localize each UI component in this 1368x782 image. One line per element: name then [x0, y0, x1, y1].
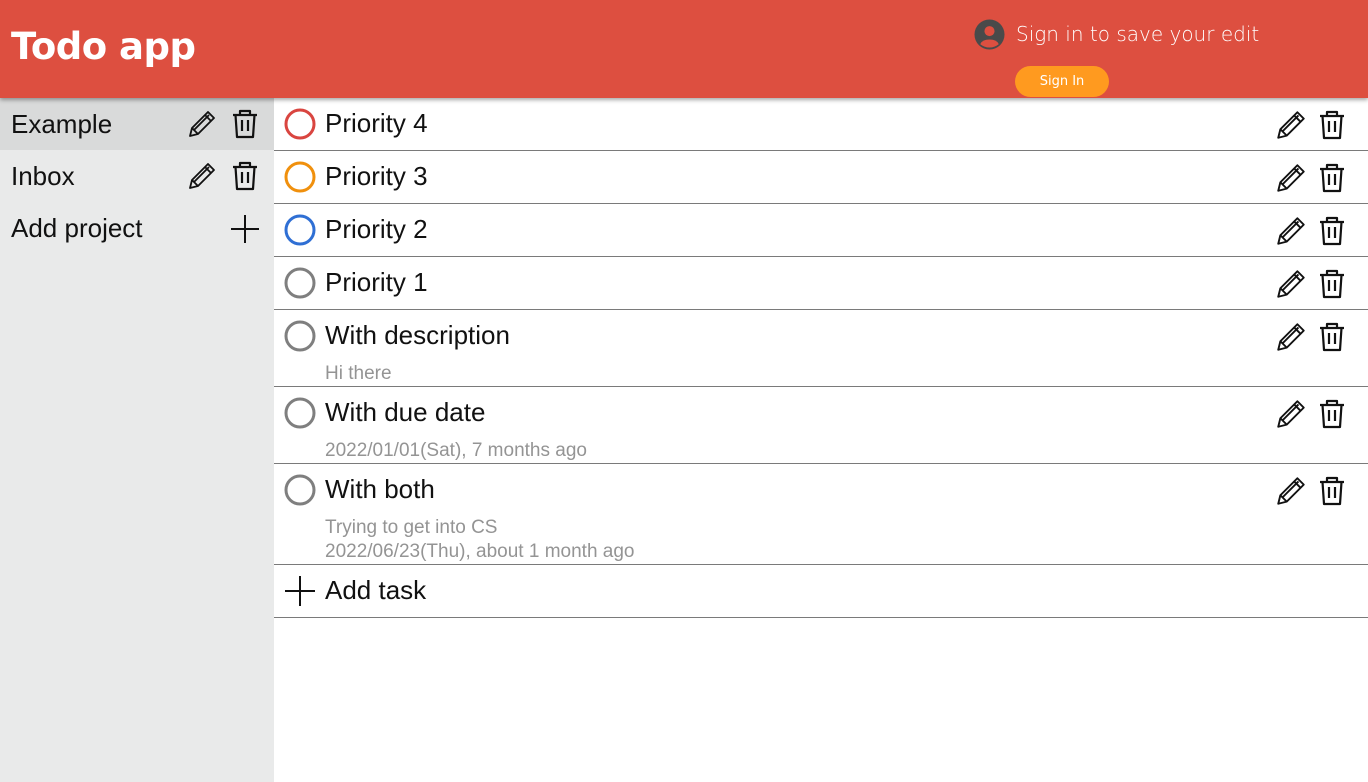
circle-checkbox-icon[interactable]: [284, 320, 316, 352]
account-circle-icon: [974, 18, 1005, 50]
task-item: Priority 3: [274, 151, 1368, 204]
task-item: Priority 1: [274, 257, 1368, 310]
task-item: With due date 2022/01/01(Sat), 7 months …: [274, 387, 1368, 464]
project-item-inbox[interactable]: Inbox: [0, 150, 274, 202]
circle-checkbox-icon[interactable]: [284, 397, 316, 429]
project-label: Inbox: [11, 160, 75, 191]
project-item-example[interactable]: Example: [0, 98, 274, 150]
circle-checkbox-icon[interactable]: [284, 474, 316, 506]
task-item: With both Trying to get into CS 2022/06/…: [274, 464, 1368, 565]
task-title: Priority 2: [325, 214, 428, 244]
task-title: With both: [325, 474, 435, 504]
task-title: With due date: [325, 397, 486, 427]
task-due-date: 2022/06/23(Thu), about 1 month ago: [325, 541, 635, 562]
trash-icon[interactable]: [1318, 108, 1346, 142]
trash-icon[interactable]: [1318, 474, 1346, 508]
pencil-icon[interactable]: [186, 108, 218, 140]
pencil-icon[interactable]: [1274, 214, 1308, 248]
app-header: Todo app Sign in to save your edit Sign …: [0, 0, 1368, 98]
pencil-icon[interactable]: [1274, 474, 1308, 508]
add-project-button[interactable]: Add project: [0, 202, 274, 254]
pencil-icon[interactable]: [1274, 267, 1308, 301]
project-sidebar: Example Inbox Add project: [0, 98, 274, 782]
plus-icon[interactable]: [229, 213, 261, 245]
signin-message: Sign in to save your edit: [1016, 22, 1260, 46]
circle-checkbox-icon[interactable]: [284, 161, 316, 193]
task-description: Trying to get into CS: [325, 517, 498, 538]
project-label: Example: [11, 108, 113, 139]
trash-icon[interactable]: [1318, 267, 1346, 301]
task-title: With description: [325, 320, 510, 350]
task-description: Hi there: [325, 363, 392, 384]
task-item: Priority 4: [274, 98, 1368, 151]
app-title: Todo app: [11, 25, 196, 68]
trash-icon[interactable]: [231, 108, 259, 140]
pencil-icon[interactable]: [1274, 320, 1308, 354]
task-title: Priority 3: [325, 161, 428, 191]
plus-icon[interactable]: [284, 575, 316, 607]
pencil-icon[interactable]: [186, 160, 218, 192]
circle-checkbox-icon[interactable]: [284, 267, 316, 299]
pencil-icon[interactable]: [1274, 161, 1308, 195]
add-task-label: Add task: [325, 575, 427, 605]
task-item: Priority 2: [274, 204, 1368, 257]
trash-icon[interactable]: [1318, 214, 1346, 248]
signin-prompt: Sign in to save your edit: [974, 18, 1259, 50]
task-title: Priority 1: [325, 267, 428, 297]
trash-icon[interactable]: [1318, 161, 1346, 195]
add-project-label: Add project: [11, 212, 143, 243]
trash-icon[interactable]: [1318, 320, 1346, 354]
pencil-icon[interactable]: [1274, 397, 1308, 431]
add-task-button[interactable]: Add task: [274, 565, 1368, 618]
task-item: With description Hi there: [274, 310, 1368, 387]
sign-in-button[interactable]: Sign In: [1015, 66, 1109, 97]
task-list: Priority 4 Priority 3 Priority 2 Priorit…: [274, 98, 1368, 782]
task-due-date: 2022/01/01(Sat), 7 months ago: [325, 440, 587, 461]
task-title: Priority 4: [325, 108, 428, 138]
pencil-icon[interactable]: [1274, 108, 1308, 142]
circle-checkbox-icon[interactable]: [284, 108, 316, 140]
circle-checkbox-icon[interactable]: [284, 214, 316, 246]
trash-icon[interactable]: [1318, 397, 1346, 431]
trash-icon[interactable]: [231, 160, 259, 192]
